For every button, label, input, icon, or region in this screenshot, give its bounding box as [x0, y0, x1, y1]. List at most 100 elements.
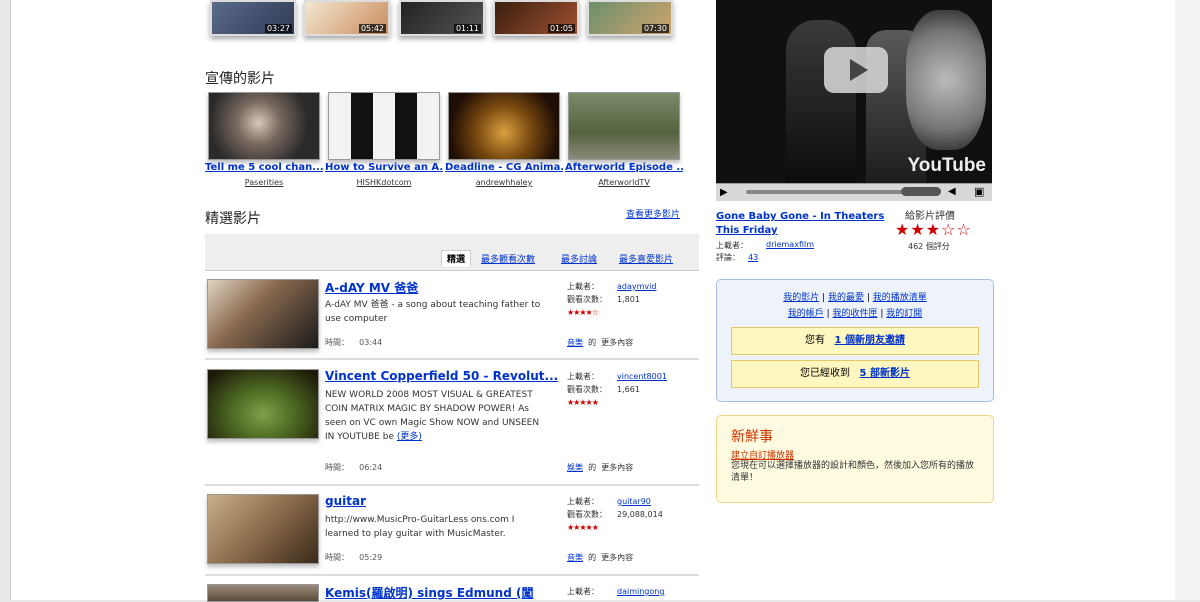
- my-favorites-link[interactable]: 我的最愛: [828, 293, 864, 303]
- play-button[interactable]: [824, 47, 888, 93]
- tab-most-favorited[interactable]: 最多喜愛影片: [619, 252, 673, 265]
- category-link[interactable]: 音樂: [567, 553, 583, 562]
- video-duration: 03:27: [264, 24, 292, 33]
- more-description-link[interactable]: (更多): [397, 432, 422, 442]
- category-link[interactable]: 娛樂: [567, 463, 583, 472]
- promoted-video-title[interactable]: Deadline - CG Anima...: [445, 162, 563, 173]
- views-row: 觀看次數： 29,088,014: [567, 509, 663, 521]
- of-label: 的: [588, 463, 597, 472]
- time-label: 時間：: [325, 463, 349, 472]
- top-thumb[interactable]: 01:05: [493, 0, 579, 36]
- player-rock: [906, 10, 986, 150]
- volume-slider[interactable]: [901, 187, 941, 196]
- video-time: 時間： 03:44: [325, 337, 382, 348]
- promoted-thumb[interactable]: [448, 92, 560, 160]
- divider: [205, 358, 699, 360]
- video-thumbnail[interactable]: [207, 279, 319, 349]
- promoted-thumb[interactable]: [208, 92, 320, 160]
- player-uploader-row: 上載者： driemaxfilm: [716, 240, 814, 251]
- shared-videos-link[interactable]: 5 部新影片: [860, 368, 910, 379]
- video-title[interactable]: guitar: [325, 494, 366, 508]
- player-figure: [786, 20, 856, 183]
- tab-most-discussed[interactable]: 最多討論: [561, 252, 597, 265]
- video-player[interactable]: YouTube: [716, 0, 992, 183]
- friend-invite-box: 您有 1 個新朋友邀請: [731, 327, 979, 355]
- uploader-row: 上載者： daimingong: [567, 586, 664, 598]
- video-thumbnail[interactable]: [207, 369, 319, 439]
- uploader-label: 上載者：: [716, 241, 748, 250]
- category-link[interactable]: 音樂: [567, 338, 583, 347]
- friend-invite-link[interactable]: 1 個新朋友邀請: [835, 335, 905, 346]
- top-thumb[interactable]: 07:30: [587, 0, 673, 36]
- views-count: 1,801: [617, 295, 640, 304]
- video-duration: 01:05: [547, 24, 575, 33]
- comments-row: 評論： 43: [716, 252, 758, 263]
- uploader-row: 上載者： vincent8001: [567, 371, 667, 383]
- comments-count[interactable]: 43: [748, 253, 758, 262]
- uploader-row: 上載者： guitar90: [567, 496, 651, 508]
- more-content-label: 更多內容: [601, 553, 634, 562]
- tab-most-viewed[interactable]: 最多觀看次數: [481, 252, 535, 265]
- of-label: 的: [588, 553, 597, 562]
- progress-bar[interactable]: [746, 190, 908, 194]
- promoted-video-title[interactable]: How to Survive an A...: [325, 162, 443, 173]
- video-thumbnail[interactable]: [207, 494, 319, 564]
- promoted-video-title[interactable]: Afterworld Episode ...: [565, 162, 683, 173]
- my-subscriptions-link[interactable]: 我的訂閱: [886, 309, 922, 319]
- rating-stars: ★★★★★: [567, 398, 599, 407]
- my-inbox-link[interactable]: 我的收件匣: [832, 309, 877, 319]
- uploader-label: 上載者：: [567, 587, 599, 596]
- time-value: 06:24: [359, 463, 383, 472]
- video-title[interactable]: Vincent Copperfield 50 - Revolut...: [325, 369, 558, 383]
- volume-icon[interactable]: ◀: [948, 186, 956, 197]
- uploader-row: 上載者： adaymvid: [567, 281, 656, 293]
- promoted-video-user[interactable]: andrewhhaley: [445, 178, 563, 187]
- promoted-video-user[interactable]: Paserities: [205, 178, 323, 187]
- video-time: 時間： 05:29: [325, 552, 382, 563]
- uploader-link[interactable]: vincent8001: [617, 371, 667, 383]
- player-video-title[interactable]: Gone Baby Gone - In Theaters This Friday: [716, 210, 886, 238]
- top-thumb[interactable]: 01:11: [399, 0, 485, 36]
- friend-invite-prefix: 您有: [805, 335, 825, 346]
- my-videos-link[interactable]: 我的影片: [783, 293, 819, 303]
- play-icon: [850, 59, 868, 81]
- category-row: 音樂 的 更多內容: [567, 552, 633, 563]
- views-row: 觀看次數： 1,801: [567, 294, 640, 306]
- time-value: 05:29: [359, 553, 383, 562]
- promoted-thumb[interactable]: [568, 92, 680, 160]
- my-account-link[interactable]: 我的帳戶: [788, 309, 824, 319]
- my-playlists-link[interactable]: 我的播放清單: [873, 293, 927, 303]
- divider: [205, 484, 699, 486]
- time-label: 時間：: [325, 338, 349, 347]
- featured-tabs: 精選 最多觀看次數 最多討論 最多喜愛影片: [205, 234, 699, 271]
- video-duration: 05:42: [358, 24, 386, 33]
- views-count: 29,088,014: [617, 510, 663, 519]
- play-icon[interactable]: ▶: [720, 187, 728, 198]
- video-thumbnail[interactable]: [207, 584, 319, 602]
- shared-videos-prefix: 您已經收到: [800, 368, 850, 379]
- scrollbar[interactable]: [1175, 0, 1200, 600]
- tab-featured[interactable]: 精選: [441, 250, 472, 266]
- see-more-videos-link[interactable]: 查看更多影片: [626, 207, 680, 220]
- uploader-link[interactable]: adaymvid: [617, 281, 656, 293]
- uploader-link[interactable]: daimingong: [617, 586, 664, 598]
- video-title[interactable]: A-dAY MV 爸爸: [325, 279, 418, 296]
- video-time: 時間： 06:24: [325, 462, 382, 473]
- promoted-video-user[interactable]: AfterworldTV: [565, 178, 683, 187]
- promoted-thumb[interactable]: [328, 92, 440, 160]
- views-label: 觀看次數：: [567, 385, 607, 394]
- top-thumb[interactable]: 05:42: [304, 0, 390, 36]
- fullscreen-icon[interactable]: ▣: [974, 185, 984, 198]
- uploader-label: 上載者：: [567, 497, 599, 506]
- player-rating-stars[interactable]: ★★★☆☆: [895, 220, 972, 239]
- more-content-label: 更多內容: [601, 338, 634, 347]
- player-uploader-link[interactable]: driemaxfilm: [766, 240, 814, 249]
- video-title[interactable]: Kemis(羅啟明) sings Edmund (闖: [325, 584, 533, 601]
- time-label: 時間：: [325, 553, 349, 562]
- uploader-link[interactable]: guitar90: [617, 496, 651, 508]
- video-description: http://www.MusicPro-GuitarLess ons.com I…: [325, 515, 515, 539]
- promoted-video-user[interactable]: HISHKdotcom: [325, 178, 443, 187]
- promoted-video-title[interactable]: Tell me 5 cool chan...: [205, 162, 323, 173]
- top-thumb[interactable]: 03:27: [210, 0, 296, 36]
- rating-stars: ★★★★★: [567, 523, 599, 532]
